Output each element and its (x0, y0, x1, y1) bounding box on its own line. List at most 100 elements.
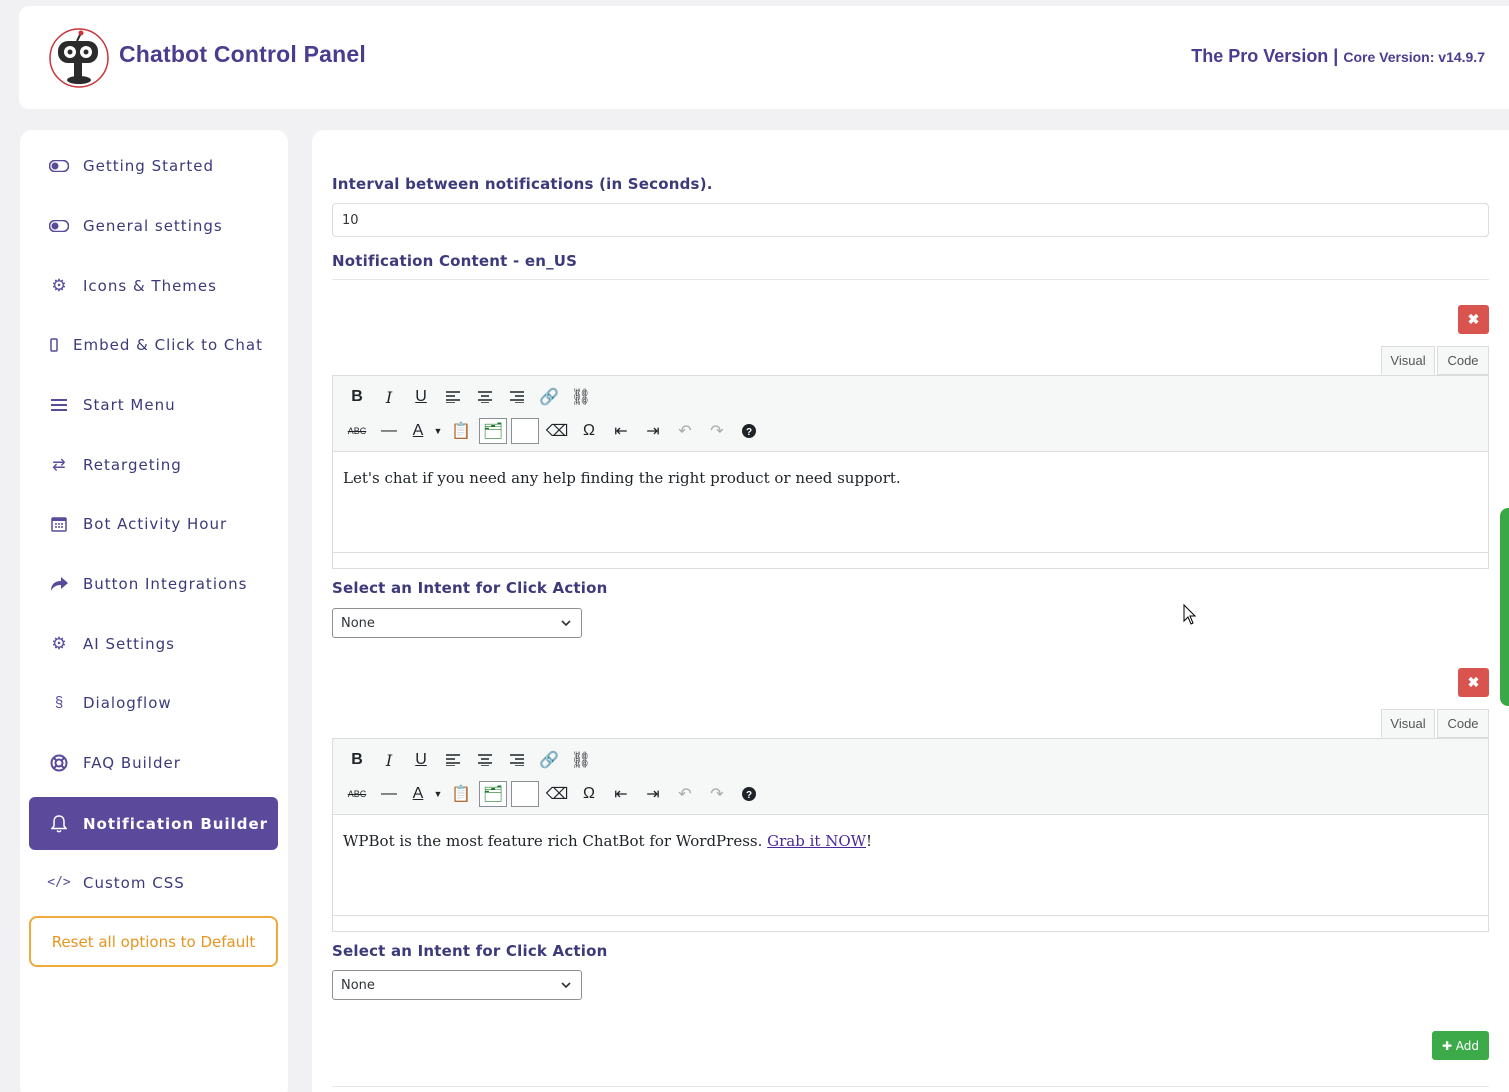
help-icon[interactable]: ? (733, 418, 765, 444)
interval-input[interactable]: 10 (332, 203, 1489, 237)
notification-editor: B I U 🔗 ⛓ ABC — A ▼ 📋 🗂 ⌫ Ω ⇤ ⇥ (332, 738, 1489, 932)
reset-defaults-button[interactable]: Reset all options to Default (29, 916, 278, 967)
sidebar-item-label: Button Integrations (83, 574, 248, 593)
editor-content[interactable]: Let's chat if you need any help finding … (333, 452, 1488, 552)
text-color-icon[interactable]: A (405, 781, 431, 807)
core-version-label: Core Version: v14.9.7 (1343, 49, 1485, 65)
link-icon[interactable]: 🔗 (533, 384, 565, 410)
delete-notification-button[interactable]: ✖ (1458, 305, 1489, 334)
clear-format-box-icon[interactable] (511, 418, 539, 444)
sidebar-item-label: Notification Builder (83, 814, 269, 833)
unlink-icon[interactable]: ⛓ (565, 747, 597, 773)
sidebar-item-label: General settings (83, 216, 223, 235)
svg-text:?: ? (746, 790, 752, 801)
header: Chatbot Control Panel The Pro Version | … (19, 6, 1509, 109)
underline-icon[interactable]: U (405, 747, 437, 773)
special-char-icon[interactable]: Ω (573, 781, 605, 807)
tab-visual[interactable]: Visual (1381, 346, 1435, 375)
sidebar-item-dialogflow[interactable]: § Dialogflow (29, 676, 278, 729)
calendar-icon (49, 514, 69, 534)
sidebar-item-label: Dialogflow (83, 693, 172, 712)
editor-content[interactable]: WPBot is the most feature rich ChatBot f… (333, 815, 1488, 915)
sidebar-item-ai-settings[interactable]: ⚙ AI Settings (29, 617, 278, 670)
horizontal-line-icon[interactable]: — (373, 781, 405, 807)
editor-statusbar (333, 915, 1488, 931)
align-right-icon[interactable] (501, 747, 533, 773)
redo-icon[interactable]: ↷ (701, 781, 733, 807)
dialogflow-icon: § (54, 694, 64, 711)
notification-content-heading: Notification Content - en_US (332, 252, 578, 270)
main-panel: Interval between notifications (in Secon… (312, 130, 1509, 1092)
unlink-icon[interactable]: ⛓ (565, 384, 597, 410)
horizontal-line-icon[interactable]: — (373, 418, 405, 444)
bold-icon[interactable]: B (341, 747, 373, 773)
paste-word-icon[interactable]: 🗂 (479, 781, 507, 807)
sidebar: Getting Started General settings ⚙ Icons… (20, 130, 288, 1092)
tab-code[interactable]: Code (1437, 709, 1489, 738)
outdent-icon[interactable]: ⇤ (605, 781, 637, 807)
special-char-icon[interactable]: Ω (573, 418, 605, 444)
italic-icon[interactable]: I (373, 384, 405, 410)
tab-code[interactable]: Code (1437, 346, 1489, 375)
align-center-icon[interactable] (469, 384, 501, 410)
paste-word-icon[interactable]: 🗂 (479, 418, 507, 444)
sidebar-item-embed[interactable]: Embed & Click to Chat (29, 318, 278, 371)
sidebar-item-retargeting[interactable]: ⇄ Retargeting (29, 438, 278, 491)
sidebar-item-custom-css[interactable]: </> Custom CSS (29, 856, 278, 909)
align-left-icon[interactable] (437, 747, 469, 773)
undo-icon[interactable]: ↶ (669, 418, 701, 444)
align-left-icon[interactable] (437, 384, 469, 410)
tab-visual[interactable]: Visual (1381, 709, 1435, 738)
sidebar-item-icons-themes[interactable]: ⚙ Icons & Themes (29, 259, 278, 312)
clear-format-box-icon[interactable] (511, 781, 539, 807)
sidebar-item-label: AI Settings (83, 634, 175, 653)
sidebar-item-notification-builder[interactable]: Notification Builder (29, 797, 278, 850)
life-ring-icon (49, 753, 69, 773)
undo-icon[interactable]: ↶ (669, 781, 701, 807)
add-notification-button[interactable]: ✚ Add (1432, 1031, 1489, 1060)
paste-text-icon[interactable]: 📋 (445, 418, 477, 444)
sidebar-item-start-menu[interactable]: Start Menu (29, 378, 278, 431)
delete-notification-button[interactable]: ✖ (1458, 668, 1489, 697)
interval-label: Interval between notifications (in Secon… (332, 175, 713, 193)
align-center-icon[interactable] (469, 747, 501, 773)
text-color-icon[interactable]: A (405, 418, 431, 444)
share-icon (49, 574, 69, 594)
intent-select[interactable]: None (332, 608, 582, 638)
gear-icon: ⚙ (51, 275, 67, 295)
sidebar-item-general-settings[interactable]: General settings (29, 199, 278, 252)
align-right-icon[interactable] (501, 384, 533, 410)
intent-label: Select an Intent for Click Action (332, 579, 608, 597)
text-color-dropdown-icon[interactable]: ▼ (431, 781, 445, 807)
redo-icon[interactable]: ↷ (701, 418, 733, 444)
intent-select[interactable]: None (332, 970, 582, 1000)
bold-icon[interactable]: B (341, 384, 373, 410)
toggle-icon (49, 216, 69, 236)
outdent-icon[interactable]: ⇤ (605, 418, 637, 444)
editor-statusbar (333, 552, 1488, 568)
sidebar-item-button-integrations[interactable]: Button Integrations (29, 557, 278, 610)
pro-version-label: The Pro Version | (1191, 46, 1339, 66)
divider (332, 1086, 1489, 1087)
link-icon[interactable]: 🔗 (533, 747, 565, 773)
chevron-down-icon (561, 982, 571, 989)
svg-text:?: ? (746, 427, 752, 438)
feedback-side-tab[interactable] (1500, 508, 1509, 706)
eraser-icon[interactable]: ⌫ (541, 781, 573, 807)
eraser-icon[interactable]: ⌫ (541, 418, 573, 444)
grab-it-now-link[interactable]: Grab it NOW (767, 832, 866, 850)
sidebar-item-bot-activity-hour[interactable]: Bot Activity Hour (29, 497, 278, 550)
italic-icon[interactable]: I (373, 747, 405, 773)
help-icon[interactable]: ? (733, 781, 765, 807)
strikethrough-icon[interactable]: ABC (341, 418, 373, 444)
sidebar-item-getting-started[interactable]: Getting Started (29, 139, 278, 192)
indent-icon[interactable]: ⇥ (637, 781, 669, 807)
notification-text: Let's chat if you need any help finding … (343, 469, 901, 487)
paste-text-icon[interactable]: 📋 (445, 781, 477, 807)
strikethrough-icon[interactable]: ABC (341, 781, 373, 807)
underline-icon[interactable]: U (405, 384, 437, 410)
text-color-dropdown-icon[interactable]: ▼ (431, 418, 445, 444)
indent-icon[interactable]: ⇥ (637, 418, 669, 444)
sidebar-item-faq-builder[interactable]: FAQ Builder (29, 736, 278, 789)
intent-label: Select an Intent for Click Action (332, 942, 608, 960)
